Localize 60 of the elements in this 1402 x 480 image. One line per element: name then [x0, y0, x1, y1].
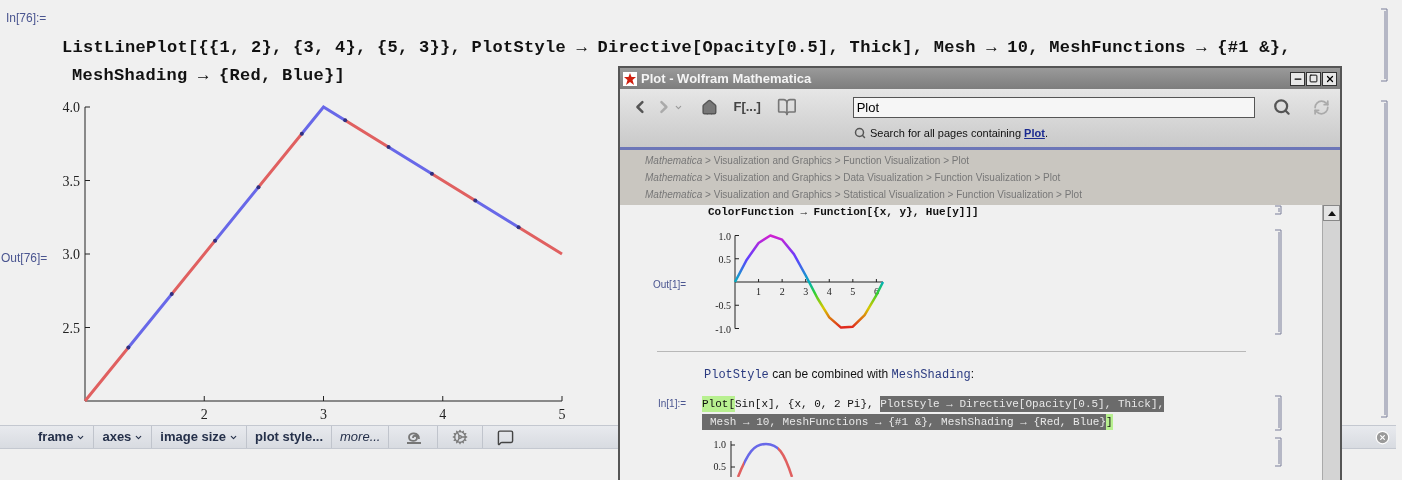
cell-bracket-icon: [1274, 437, 1282, 467]
book-icon[interactable]: [776, 97, 797, 117]
x-tick-label: 5: [850, 286, 856, 297]
scroll-up-button[interactable]: [1323, 205, 1340, 221]
input-label: In[1]:=: [658, 397, 688, 411]
y-tick-label: 3.5: [62, 173, 80, 189]
y-tick-label: 1.0: [718, 230, 731, 242]
y-tick-label: 0.5: [713, 461, 726, 473]
gear-icon[interactable]: [452, 429, 469, 445]
x-tick-label: 4: [826, 286, 832, 297]
maximize-button[interactable]: [1306, 71, 1321, 86]
search-hint: Search for all pages containing Plot.: [870, 126, 1048, 141]
code-line: Mesh → 10, MeshFunctions → {#1 &}, MeshShading → {Red, Blue}]: [702, 413, 1113, 431]
maximize-icon: [1309, 74, 1318, 83]
cell-bracket-icon: [1380, 100, 1388, 418]
x-tick-label: 4: [439, 407, 447, 422]
y-tick-label: -0.5: [715, 300, 731, 312]
toolbar-button[interactable]: axes: [94, 426, 153, 448]
minimize-button[interactable]: [1290, 71, 1305, 86]
x-tick-label: 2: [200, 407, 208, 422]
toolbar-button[interactable]: image size: [152, 426, 248, 448]
y-tick-label: -1.0: [715, 323, 731, 335]
y-tick-label: 3.0: [62, 247, 80, 262]
x-tick-label: 1: [756, 286, 762, 297]
output-label: Out[76]=: [1, 250, 49, 267]
search-field[interactable]: Plot: [852, 96, 1256, 118]
toolbar-button[interactable]: frame: [30, 426, 95, 448]
y-tick-label: 0.5: [718, 253, 731, 265]
app-logo-icon: [623, 71, 637, 86]
up-arrow-icon: [1327, 210, 1336, 216]
input-label: In[76]:=: [6, 11, 47, 25]
search-icon: [854, 127, 866, 140]
description-text: PlotStyle can be combined with MeshShading:: [704, 367, 975, 381]
toolbar-button[interactable]: plot style...: [247, 426, 332, 448]
x-tick-label: 3: [803, 286, 809, 297]
window-title: Plot - Wolfram Mathematica: [641, 69, 813, 88]
x-tick-label: 2: [779, 286, 785, 297]
comment-icon[interactable]: [497, 428, 515, 446]
function-navigator-link[interactable]: F[...]: [733, 97, 761, 117]
cell-bracket-icon: [1274, 229, 1282, 335]
x-tick-label: 3: [320, 407, 327, 422]
search-icon[interactable]: [1273, 98, 1292, 116]
output-label: Out[1]=: [653, 277, 688, 292]
code-line: Plot[Sin[x], {x, 0, 2 Pi}, PlotStyle → Directive[Opacity[0.5], Thick],: [702, 395, 1165, 413]
home-icon[interactable]: [700, 98, 718, 116]
cell-bracket-icon: [1274, 205, 1282, 215]
y-tick-label: 4.0: [62, 100, 80, 115]
y-tick-label: 1.0: [713, 439, 726, 451]
cell-bracket-icon: [1380, 8, 1388, 82]
close-icon[interactable]: [1375, 429, 1390, 445]
cell-bracket-icon: [1274, 395, 1282, 431]
close-icon: [1324, 73, 1335, 84]
y-tick-label: 2.5: [62, 320, 80, 336]
x-tick-label: 5: [558, 407, 566, 422]
close-button[interactable]: [1322, 71, 1337, 86]
search-link[interactable]: Plot: [1024, 127, 1045, 139]
toolbar-button[interactable]: more...: [332, 426, 390, 448]
code-line: ColorFunction → Function[{x, y}, Hue[y]]]: [708, 205, 979, 219]
code-line: ListLinePlot[{{1, 2}, {3, 4}, {5, 3}}, PlotStyle → Directive[Opacity[0.5], Thick], Mesh → 10, MeshFunctions → {#1 &},: [62, 37, 1291, 59]
code-line: MeshShading → {Red, Blue}]: [72, 65, 346, 87]
